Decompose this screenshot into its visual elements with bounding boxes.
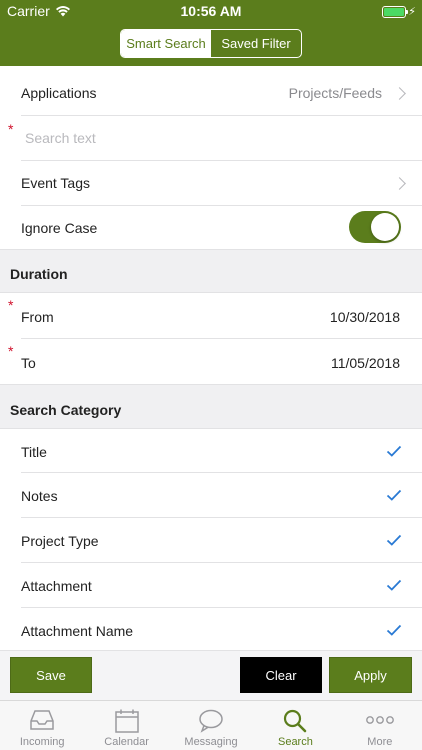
tab-incoming[interactable]: Incoming <box>0 701 84 750</box>
clear-button[interactable]: Clear <box>240 657 322 693</box>
segment-smart-search[interactable]: Smart Search <box>121 30 211 57</box>
to-date-row[interactable]: * To 11/05/2018 <box>0 339 422 384</box>
duration-section-header: Duration <box>0 249 422 293</box>
checkmark-icon <box>386 579 402 591</box>
applications-label: Applications <box>21 85 97 101</box>
from-date-row[interactable]: * From 10/30/2018 <box>0 293 422 339</box>
from-label: From <box>21 309 54 325</box>
applications-value: Projects/Feeds <box>288 85 382 101</box>
duration-section-title: Duration <box>10 266 68 282</box>
category-item-title[interactable]: Title <box>0 429 422 473</box>
ignore-case-row: Ignore Case <box>0 206 422 249</box>
inbox-icon <box>30 710 54 730</box>
status-bar: Carrier 10:56 AM ⚡ <box>0 0 422 22</box>
save-button[interactable]: Save <box>10 657 92 693</box>
search-mode-segmented-control: Smart Search Saved Filter <box>120 29 302 58</box>
ignore-case-toggle[interactable] <box>349 211 401 243</box>
chevron-right-icon <box>393 87 406 100</box>
tab-label: More <box>367 736 393 748</box>
category-label: Attachment <box>21 578 92 594</box>
chevron-right-icon <box>393 177 406 190</box>
checkmark-icon <box>386 445 402 457</box>
ignore-case-label: Ignore Case <box>21 220 98 236</box>
search-category-section-header: Search Category <box>0 384 422 429</box>
to-label: To <box>21 355 36 371</box>
required-marker: * <box>8 297 14 313</box>
category-item-attachment-name[interactable]: Attachment Name <box>0 608 422 650</box>
category-item-notes[interactable]: Notes <box>0 473 422 518</box>
search-icon <box>284 709 307 733</box>
to-date-value: 11/05/2018 <box>330 355 400 371</box>
tab-label: Messaging <box>184 736 238 748</box>
category-item-attachment[interactable]: Attachment <box>0 563 422 608</box>
category-label: Title <box>21 444 47 460</box>
more-dots-icon <box>365 716 394 724</box>
applications-row[interactable]: Applications Projects/Feeds <box>0 71 422 116</box>
checkmark-icon <box>386 489 402 501</box>
event-tags-row[interactable]: Event Tags <box>0 161 422 206</box>
tab-calendar[interactable]: Calendar <box>84 701 168 750</box>
segment-saved-filter[interactable]: Saved Filter <box>211 30 301 57</box>
required-marker: * <box>8 121 14 137</box>
calendar-icon <box>114 709 139 733</box>
search-input[interactable]: Search text <box>25 130 96 146</box>
category-label: Notes <box>21 488 58 504</box>
battery-icon <box>382 5 409 18</box>
charging-bolt-icon: ⚡ <box>408 6 416 18</box>
tab-label: Search <box>277 736 313 748</box>
tab-messaging[interactable]: Messaging <box>169 701 253 750</box>
tab-more[interactable]: More <box>338 701 422 750</box>
checkmark-icon <box>386 624 402 636</box>
checkmark-icon <box>386 534 402 546</box>
tab-search[interactable]: Search <box>253 701 337 750</box>
event-tags-label: Event Tags <box>21 175 91 191</box>
action-bar: Save Clear Apply <box>0 650 422 700</box>
status-time: 10:56 AM <box>180 3 242 19</box>
search-text-row: * Search text <box>0 116 422 161</box>
tab-label: Incoming <box>19 736 65 748</box>
search-category-section-title: Search Category <box>10 402 122 418</box>
tab-bar: Incoming Calendar Messaging Search More <box>0 700 422 750</box>
app-header: Carrier 10:56 AM ⚡ Smart Search Saved Fi… <box>0 0 422 66</box>
category-item-project-type[interactable]: Project Type <box>0 518 422 563</box>
apply-button[interactable]: Apply <box>329 657 412 693</box>
from-date-value: 10/30/2018 <box>329 309 400 325</box>
category-label: Project Type <box>21 533 99 549</box>
battery-indicator: ⚡ <box>382 5 416 18</box>
tab-label: Calendar <box>104 736 149 748</box>
chat-bubble-icon <box>199 709 223 733</box>
category-label: Attachment Name <box>21 623 134 639</box>
required-marker: * <box>8 343 14 359</box>
